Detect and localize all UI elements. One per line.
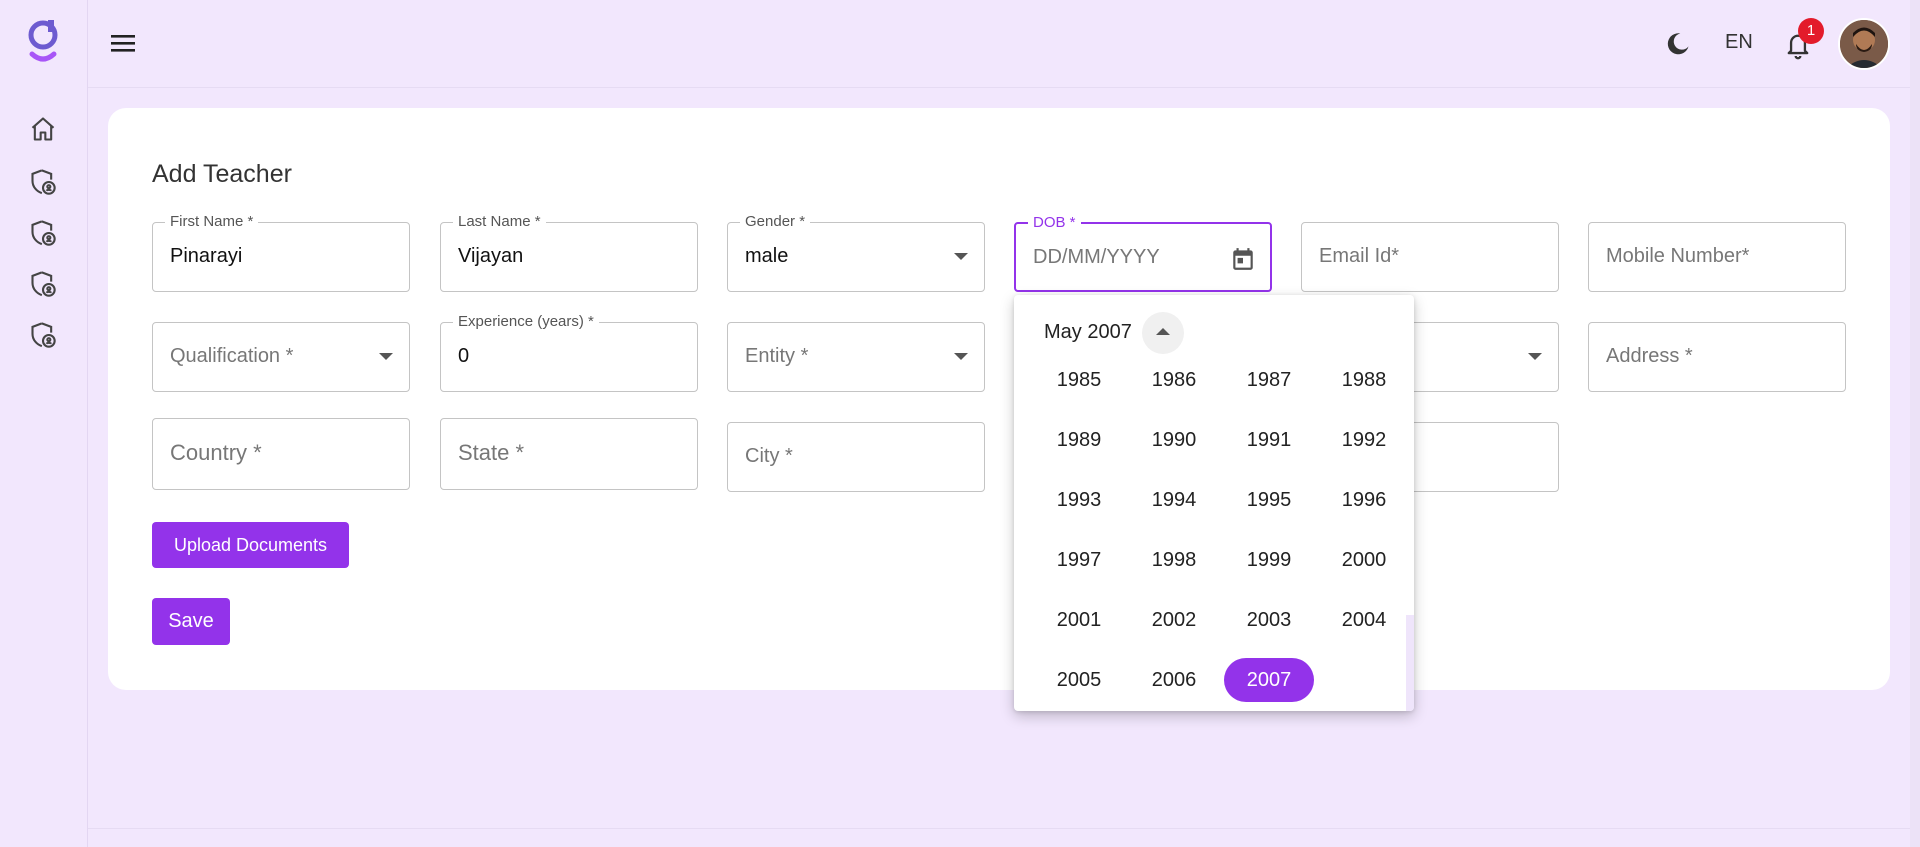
year-option-1999[interactable]: 1999 xyxy=(1224,538,1314,582)
upload-documents-button[interactable]: Upload Documents xyxy=(152,522,349,568)
year-option-2002[interactable]: 2002 xyxy=(1129,598,1219,642)
address-field[interactable]: Address * xyxy=(1588,322,1846,392)
last-name-value: Vijayan xyxy=(458,245,524,267)
hamburger-menu-icon[interactable] xyxy=(111,31,137,55)
year-option-1996[interactable]: 1996 xyxy=(1319,478,1409,522)
dob-label: DOB * xyxy=(1028,214,1081,231)
dob-year-picker: May 2007 1985 1986 1987 1988 1989 1990 1991 199… xyxy=(1014,295,1414,711)
gender-select[interactable]: Gender * male xyxy=(727,213,985,292)
shield-lock-icon[interactable] xyxy=(29,270,57,298)
mobile-number-field[interactable]: Mobile Number* xyxy=(1588,222,1846,292)
experience-value: 0 xyxy=(458,345,470,367)
first-name-field[interactable]: First Name * Pinarayi xyxy=(152,213,410,292)
year-option-1998[interactable]: 1998 xyxy=(1129,538,1219,582)
first-name-label: First Name * xyxy=(165,213,259,230)
entity-placeholder: Entity * xyxy=(745,345,809,367)
entity-select[interactable]: Entity * xyxy=(727,322,985,392)
year-option-1988[interactable]: 1988 xyxy=(1319,358,1409,402)
chevron-down-icon xyxy=(379,353,393,360)
year-option-2006[interactable]: 2006 xyxy=(1129,658,1219,702)
state-select[interactable]: State * xyxy=(440,418,698,490)
city-placeholder: City * xyxy=(745,445,793,467)
page-scrollbar[interactable] xyxy=(1910,0,1920,847)
gender-value: male xyxy=(745,245,789,267)
chevron-down-icon xyxy=(954,353,968,360)
email-placeholder: Email Id* xyxy=(1319,245,1400,267)
year-option-1995[interactable]: 1995 xyxy=(1224,478,1314,522)
country-placeholder: Country * xyxy=(170,440,262,465)
app-logo xyxy=(28,20,58,62)
shield-lock-icon[interactable] xyxy=(29,168,57,196)
address-placeholder: Address * xyxy=(1606,345,1693,367)
year-option-1997[interactable]: 1997 xyxy=(1034,538,1124,582)
qualification-placeholder: Qualification * xyxy=(170,345,294,367)
year-option-1986[interactable]: 1986 xyxy=(1129,358,1219,402)
add-teacher-card: Add Teacher First Name * Pinarayi Last N… xyxy=(108,108,1890,690)
language-selector[interactable]: EN xyxy=(1725,31,1753,54)
mobile-number-placeholder: Mobile Number* xyxy=(1606,245,1750,267)
picker-scrollbar[interactable] xyxy=(1406,615,1414,711)
notification-badge: 1 xyxy=(1798,18,1824,44)
shield-lock-icon[interactable] xyxy=(29,321,57,349)
year-option-1992[interactable]: 1992 xyxy=(1319,418,1409,462)
chevron-down-icon xyxy=(954,253,968,260)
year-option-1987[interactable]: 1987 xyxy=(1224,358,1314,402)
year-option-1985[interactable]: 1985 xyxy=(1034,358,1124,402)
picker-month-year[interactable]: May 2007 xyxy=(1044,321,1132,344)
year-option-1990[interactable]: 1990 xyxy=(1129,418,1219,462)
sidebar xyxy=(0,0,88,847)
city-field[interactable]: City * xyxy=(727,422,985,492)
footer-divider xyxy=(88,828,1910,829)
country-select[interactable]: Country * xyxy=(152,418,410,490)
last-name-field[interactable]: Last Name * Vijayan xyxy=(440,213,698,292)
year-option-1989[interactable]: 1989 xyxy=(1034,418,1124,462)
user-avatar[interactable] xyxy=(1838,18,1890,70)
save-button[interactable]: Save xyxy=(152,598,230,645)
year-option-2001[interactable]: 2001 xyxy=(1034,598,1124,642)
dob-placeholder: DD/MM/YYYY xyxy=(1033,246,1160,268)
year-option-1993[interactable]: 1993 xyxy=(1034,478,1124,522)
email-field[interactable]: Email Id* xyxy=(1301,222,1559,292)
experience-label: Experience (years) * xyxy=(453,313,599,330)
top-bar: EN 1 xyxy=(88,0,1920,88)
chevron-down-icon xyxy=(1528,353,1542,360)
last-name-label: Last Name * xyxy=(453,213,546,230)
year-option-1991[interactable]: 1991 xyxy=(1224,418,1314,462)
state-placeholder: State * xyxy=(458,440,525,465)
year-option-2004[interactable]: 2004 xyxy=(1319,598,1409,642)
home-icon[interactable] xyxy=(29,115,57,143)
year-option-2005[interactable]: 2005 xyxy=(1034,658,1124,702)
dark-mode-toggle-icon[interactable] xyxy=(1664,30,1692,58)
shield-lock-icon[interactable] xyxy=(29,219,57,247)
qualification-select[interactable]: Qualification * xyxy=(152,322,410,392)
year-option-2003[interactable]: 2003 xyxy=(1224,598,1314,642)
page-title: Add Teacher xyxy=(152,160,292,188)
gender-label: Gender * xyxy=(740,213,811,230)
year-option-1994[interactable]: 1994 xyxy=(1129,478,1219,522)
dob-field[interactable]: DOB * DD/MM/YYYY xyxy=(1014,214,1272,292)
year-option-2000[interactable]: 2000 xyxy=(1319,538,1409,582)
view-toggle-chevron-up-icon[interactable] xyxy=(1142,312,1184,354)
year-option-2007[interactable]: 2007 xyxy=(1224,658,1314,702)
calendar-icon[interactable] xyxy=(1230,246,1256,272)
experience-field[interactable]: Experience (years) * 0 xyxy=(440,313,698,392)
first-name-value: Pinarayi xyxy=(170,245,243,267)
